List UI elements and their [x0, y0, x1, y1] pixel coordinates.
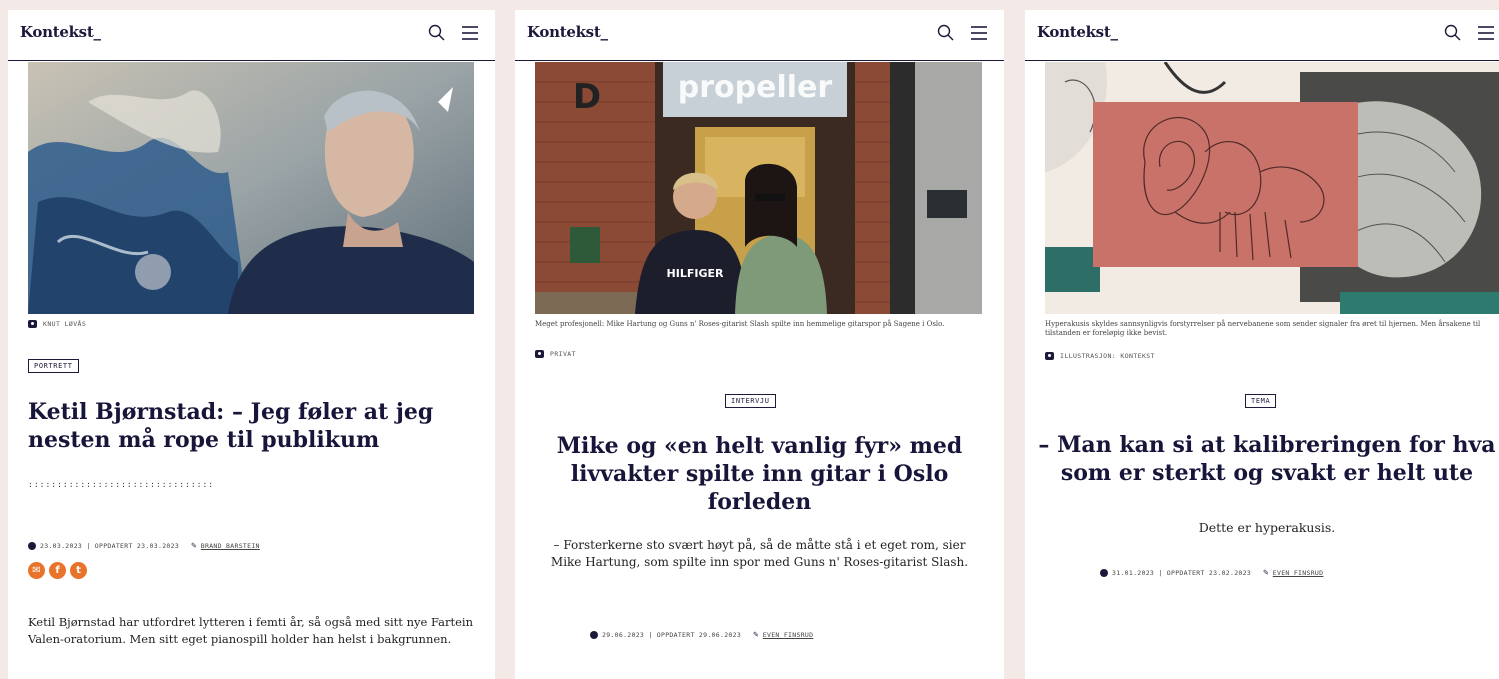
article-screen-2: Kontekst_ D propeller HILFIGER Meget pro…: [515, 10, 1004, 679]
facebook-icon[interactable]: f: [49, 562, 66, 579]
top-bar: Kontekst_: [8, 10, 495, 61]
camera-icon: [28, 320, 37, 328]
article-headline[interactable]: Ketil Bjørnstad: – Jeg føler at jeg nest…: [28, 398, 468, 454]
pen-icon: ✎: [1263, 568, 1269, 578]
camera-icon: [1045, 352, 1054, 360]
photo-credit: KNUT LØVÅS: [28, 320, 86, 328]
logo[interactable]: Kontekst_: [20, 23, 101, 41]
camera-icon: [535, 350, 544, 358]
share-buttons: ✉ f t: [28, 558, 91, 579]
twitter-icon[interactable]: t: [70, 562, 87, 579]
search-icon[interactable]: [426, 22, 448, 44]
updated-date: OPPDATERT 23.03.2023: [94, 542, 180, 550]
author-link[interactable]: EVEN FINSRUD: [763, 631, 814, 639]
header-icons: [1436, 22, 1497, 44]
publish-date: 31.01.2023: [1112, 569, 1155, 577]
article-lead: Dette er hyperakusis.: [1198, 520, 1336, 535]
search-icon[interactable]: [935, 22, 957, 44]
menu-icon[interactable]: [459, 22, 481, 44]
pen-icon: ✎: [753, 630, 759, 640]
tshirt-print: HILFIGER: [667, 267, 724, 280]
header-icons: [929, 22, 990, 44]
hero-image-photo: D propeller HILFIGER: [535, 62, 982, 314]
logo[interactable]: Kontekst_: [527, 23, 608, 41]
sign-letter: D: [573, 77, 601, 117]
article-screen-1: Kontekst_ KNUT LØVÅS PORTRETT Ketil Bjør…: [8, 10, 495, 679]
publish-date: 29.06.2023: [602, 631, 645, 639]
category-tag[interactable]: TEMA: [1245, 394, 1277, 408]
category-tag[interactable]: INTERVJU: [725, 394, 776, 408]
hero-image-portrait: [28, 62, 474, 314]
door-sign: propeller: [678, 70, 833, 105]
publish-date: 23.03.2023: [40, 542, 83, 550]
author-link[interactable]: BRAND BARSTEIN: [201, 542, 260, 550]
photo-caption: Meget profesjonell: Mike Hartung og Guns…: [535, 320, 945, 328]
divider-dots: ::::::::::::::::::::::::::::::::: [28, 480, 215, 489]
article-meta: 31.01.2023 | OPPDATERT 23.02.2023 ✎ EVEN F…: [1100, 568, 1323, 578]
author-link[interactable]: EVEN FINSRUD: [1273, 569, 1324, 577]
photo-credit: ILLUSTRASJON: KONTEKST: [1045, 352, 1155, 360]
updated-date: OPPDATERT 29.06.2023: [656, 631, 742, 639]
category-tag[interactable]: PORTRETT: [28, 359, 79, 373]
clock-icon: [1100, 569, 1108, 577]
pen-icon: ✎: [191, 541, 197, 551]
menu-icon[interactable]: [1475, 22, 1497, 44]
email-icon[interactable]: ✉: [28, 562, 45, 579]
article-screen-3: Kontekst_ Hyperakusis skyldes sannsynlig…: [1025, 10, 1499, 679]
article-lead: Ketil Bjørnstad har utfordret lytteren i…: [28, 615, 474, 646]
header-icons: [420, 22, 481, 44]
photo-caption: Hyperakusis skyldes sannsynligvis forsty…: [1045, 320, 1481, 337]
hero-image-illustration: [1045, 62, 1499, 314]
article-lead: – Forsterkerne sto svært høyt på, så de …: [550, 538, 969, 569]
clock-icon: [590, 631, 598, 639]
clock-icon: [28, 542, 36, 550]
photo-credit: PRIVAT: [535, 350, 576, 358]
article-headline[interactable]: Mike og «en helt vanlig fyr» med livvakt…: [555, 432, 964, 516]
article-headline[interactable]: – Man kan si at kalibreringen for hva so…: [1037, 431, 1497, 487]
menu-icon[interactable]: [968, 22, 990, 44]
logo[interactable]: Kontekst_: [1037, 23, 1118, 41]
article-meta: 23.03.2023 | OPPDATERT 23.03.2023 ✎ BRAND …: [28, 541, 260, 551]
search-icon[interactable]: [1442, 22, 1464, 44]
top-bar: Kontekst_: [1025, 10, 1499, 61]
top-bar: Kontekst_: [515, 10, 1004, 61]
article-meta: 29.06.2023 | OPPDATERT 29.06.2023 ✎ EVEN F…: [590, 630, 813, 640]
updated-date: OPPDATERT 23.02.2023: [1166, 569, 1252, 577]
